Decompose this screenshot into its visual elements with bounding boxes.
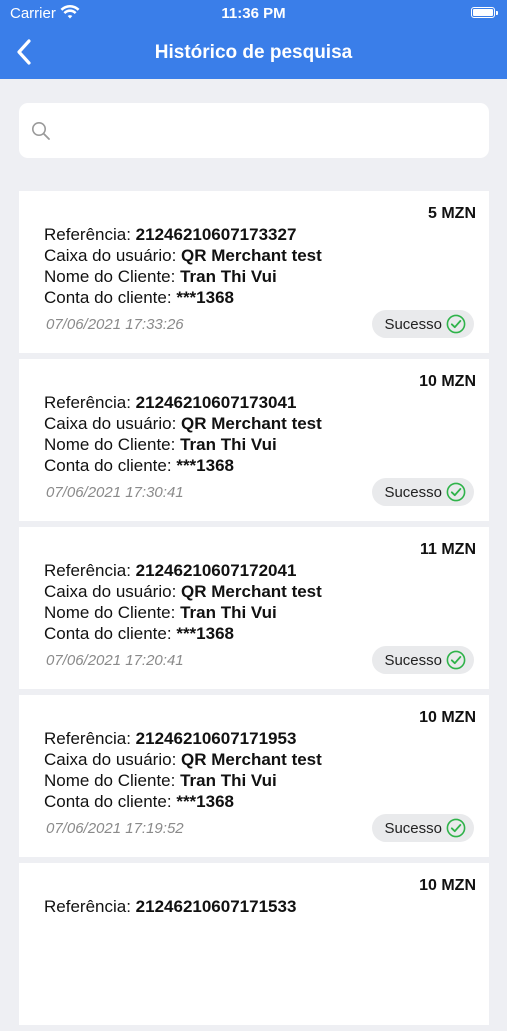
transaction-card[interactable]: 10 MZN Referência: 21246210607171953 Cai… [19, 695, 489, 857]
client-account-value: ***1368 [176, 792, 234, 811]
search-bar[interactable] [19, 103, 489, 160]
cashier-label: Caixa do usuário: [44, 750, 177, 769]
check-circle-icon [446, 482, 466, 502]
client-account-label: Conta do cliente: [44, 288, 172, 307]
status-badge: Sucesso [372, 478, 474, 506]
battery-icon [471, 7, 498, 18]
cashier-label: Caixa do usuário: [44, 246, 177, 265]
status-badge: Sucesso [372, 814, 474, 842]
transaction-list: 5 MZN Referência: 21246210607173327 Caix… [19, 191, 489, 1031]
client-account-row: Conta do cliente: ***1368 [44, 624, 234, 644]
page-title: Histórico de pesquisa [154, 42, 353, 63]
cashier-row: Caixa do usuário: QR Merchant test [44, 414, 322, 434]
transaction-datetime: 07/06/2021 17:20:41 [46, 652, 184, 669]
cashier-row: Caixa do usuário: QR Merchant test [44, 582, 322, 602]
status-badge: Sucesso [372, 646, 474, 674]
status-bar: Carrier 11:36 PM [0, 0, 507, 28]
client-name-row: Nome do Cliente: Tran Thi Vui [44, 603, 277, 623]
cashier-value: QR Merchant test [181, 414, 322, 433]
transaction-datetime: 07/06/2021 17:19:52 [46, 820, 184, 837]
client-account-value: ***1368 [176, 288, 234, 307]
reference-value: 21246210607171953 [135, 729, 297, 748]
client-account-row: Conta do cliente: ***1368 [44, 456, 234, 476]
transaction-amount: 11 MZN [419, 541, 476, 558]
cashier-label: Caixa do usuário: [44, 414, 177, 433]
transaction-datetime: 07/06/2021 17:30:41 [46, 484, 184, 501]
client-name-label: Nome do Cliente: [44, 603, 176, 622]
transaction-card[interactable]: 11 MZN Referência: 21246210607172041 Cai… [19, 527, 489, 689]
status-label: Sucesso [384, 315, 442, 333]
transaction-amount: 10 MZN [419, 709, 476, 726]
status-label: Sucesso [384, 651, 442, 669]
client-name-value: Tran Thi Vui [180, 267, 277, 286]
client-name-label: Nome do Cliente: [44, 267, 176, 286]
client-account-row: Conta do cliente: ***1368 [44, 792, 234, 812]
transaction-amount: 10 MZN [419, 877, 476, 894]
client-name-value: Tran Thi Vui [180, 435, 277, 454]
cashier-value: QR Merchant test [181, 246, 322, 265]
client-account-value: ***1368 [176, 624, 234, 643]
status-time: 11:36 PM [221, 5, 286, 22]
reference-value: 21246210607173041 [135, 393, 297, 412]
client-account-label: Conta do cliente: [44, 792, 172, 811]
reference-row: Referência: 21246210607172041 [44, 561, 296, 581]
client-account-label: Conta do cliente: [44, 456, 172, 475]
transaction-card[interactable]: 10 MZN Referência: 21246210607171533 [19, 863, 489, 1025]
nav-bar: Histórico de pesquisa [0, 30, 507, 74]
status-badge: Sucesso [372, 310, 474, 338]
cashier-value: QR Merchant test [181, 750, 322, 769]
client-name-row: Nome do Cliente: Tran Thi Vui [44, 771, 277, 791]
client-name-row: Nome do Cliente: Tran Thi Vui [44, 267, 277, 287]
reference-row: Referência: 21246210607173041 [44, 393, 296, 413]
reference-row: Referência: 21246210607173327 [44, 225, 296, 245]
transaction-card[interactable]: 5 MZN Referência: 21246210607173327 Caix… [19, 191, 489, 353]
status-label: Sucesso [384, 819, 442, 837]
transaction-datetime: 07/06/2021 17:33:26 [46, 316, 184, 333]
client-account-row: Conta do cliente: ***1368 [44, 288, 234, 308]
reference-label: Referência: [44, 393, 131, 412]
cashier-value: QR Merchant test [181, 582, 322, 601]
client-name-row: Nome do Cliente: Tran Thi Vui [44, 435, 277, 455]
client-name-value: Tran Thi Vui [180, 771, 277, 790]
reference-label: Referência: [44, 225, 131, 244]
reference-row: Referência: 21246210607171533 [44, 897, 296, 917]
check-circle-icon [446, 818, 466, 838]
check-circle-icon [446, 650, 466, 670]
check-circle-icon [446, 314, 466, 334]
reference-label: Referência: [44, 561, 131, 580]
status-label: Sucesso [384, 483, 442, 501]
client-name-label: Nome do Cliente: [44, 771, 176, 790]
search-icon [32, 122, 50, 140]
reference-label: Referência: [44, 729, 131, 748]
reference-value: 21246210607173327 [135, 225, 297, 244]
client-account-label: Conta do cliente: [44, 624, 172, 643]
cashier-row: Caixa do usuário: QR Merchant test [44, 246, 322, 266]
client-name-label: Nome do Cliente: [44, 435, 176, 454]
client-name-value: Tran Thi Vui [180, 603, 277, 622]
transaction-card[interactable]: 10 MZN Referência: 21246210607173041 Cai… [19, 359, 489, 521]
reference-value: 21246210607172041 [135, 561, 297, 580]
transaction-amount: 10 MZN [419, 373, 476, 390]
cashier-row: Caixa do usuário: QR Merchant test [44, 750, 322, 770]
client-account-value: ***1368 [176, 456, 234, 475]
transaction-amount: 5 MZN [428, 205, 476, 222]
reference-row: Referência: 21246210607171953 [44, 729, 296, 749]
app-header: Carrier 11:36 PM Histórico de pesquisa [0, 0, 507, 79]
search-input[interactable] [63, 103, 477, 160]
cashier-label: Caixa do usuário: [44, 582, 177, 601]
